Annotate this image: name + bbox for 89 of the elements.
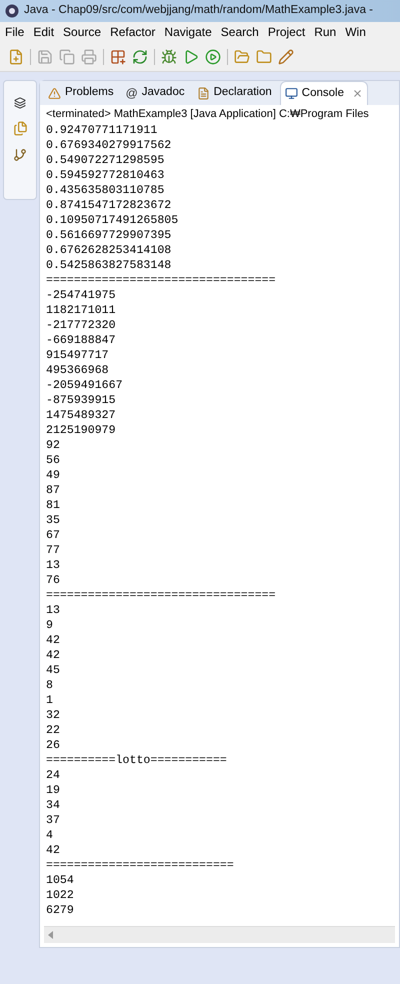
close-icon[interactable] — [352, 88, 363, 99]
console-line: 13 — [46, 558, 60, 573]
menu-item[interactable]: Win — [345, 23, 366, 41]
console-header: <terminated> MathExample3 [Java Application] C:₩Program Files — [45, 107, 370, 122]
console-line: 26 — [46, 738, 60, 753]
menu-item[interactable]: Edit — [33, 23, 54, 41]
console-line: 8 — [46, 678, 53, 693]
hierarchy-icon[interactable] — [13, 148, 27, 162]
tab[interactable]: Declaration — [192, 81, 276, 105]
console-line: 1054 — [46, 873, 74, 888]
console-line: 495366968 — [46, 363, 109, 378]
printer-icon[interactable] — [81, 48, 97, 64]
console-line: -217772320 — [46, 318, 116, 333]
tab[interactable]: Console — [280, 81, 368, 105]
console-line: 76 — [46, 573, 60, 588]
console-line: 0.92470771171911 — [46, 123, 158, 138]
menu-item[interactable]: Source — [63, 23, 102, 41]
monitor-icon — [284, 87, 298, 100]
console-line: 1182171011 — [46, 303, 116, 318]
at-icon: @ — [126, 84, 138, 102]
scroll-left-icon[interactable] — [48, 931, 54, 939]
console-line: -875939915 — [46, 393, 116, 408]
copy-icon[interactable] — [59, 48, 75, 64]
run-icon[interactable] — [205, 48, 221, 64]
console-line: ================================= — [46, 588, 276, 603]
console-line: 49 — [46, 468, 60, 483]
console-line: 0.435635803110785 — [46, 183, 164, 198]
console-line: =========================== — [46, 858, 234, 873]
open-folder-icon[interactable] — [234, 48, 250, 64]
console-line: 0.594592772810463 — [46, 168, 164, 183]
console-line: 1 — [46, 693, 53, 708]
console-line: 0.10950717491265805 — [46, 213, 178, 228]
warning-icon — [48, 86, 61, 100]
menu-item[interactable]: Search — [220, 23, 259, 41]
menu-item[interactable]: Refactor — [110, 23, 156, 41]
window-title: Java - Chap09/src/com/webjjang/math/random/MathExample3.java - — [24, 3, 373, 18]
play-icon[interactable] — [183, 48, 199, 64]
console-line: 35 — [46, 513, 60, 528]
console-line: 24 — [46, 768, 60, 783]
console-line: 56 — [46, 453, 60, 468]
console-line: 0.5616697729907395 — [46, 228, 172, 243]
console-line: 1022 — [46, 888, 74, 903]
console-line: 915497717 — [46, 348, 109, 363]
console-line: 42 — [46, 843, 60, 858]
console-line: ==========lotto=========== — [46, 753, 227, 768]
document-icon — [196, 86, 210, 100]
menu-item[interactable]: Run — [314, 23, 336, 41]
menu-item[interactable]: Project — [268, 23, 306, 41]
console-line: 22 — [46, 723, 60, 738]
console-line: 9 — [46, 618, 53, 633]
menu-item[interactable]: Navigate — [164, 23, 212, 41]
console-line: -2059491667 — [46, 378, 123, 393]
console-line: 32 — [46, 708, 60, 723]
tab[interactable]: Problems — [44, 81, 118, 105]
console-line: -669188847 — [46, 333, 116, 348]
tab[interactable]: @ Javadoc — [122, 81, 189, 105]
console-line: 0.5425863827583148 — [46, 258, 172, 273]
save-icon[interactable] — [37, 48, 53, 64]
console-line: 37 — [46, 813, 60, 828]
console-line: 2125190979 — [46, 423, 116, 438]
console-line: 67 — [46, 528, 60, 543]
console-line: 77 — [46, 543, 60, 558]
console-line: 34 — [46, 798, 60, 813]
console-line: 6279 — [46, 903, 74, 918]
pencil-icon[interactable] — [278, 48, 294, 64]
console-line: 87 — [46, 483, 60, 498]
grid-icon[interactable] — [110, 48, 126, 64]
console-line: 42 — [46, 648, 60, 663]
console-line: 4 — [46, 828, 53, 843]
console-line: -254741975 — [46, 288, 116, 303]
console-line: 0.6769340279917562 — [46, 138, 172, 153]
console-line: 0.549072271298595 — [46, 153, 164, 168]
new-file-icon[interactable] — [8, 48, 24, 64]
console-line: 0.8741547172823672 — [46, 198, 172, 213]
console-line: ================================= — [46, 273, 276, 288]
console-line: 81 — [46, 498, 60, 513]
files-icon[interactable] — [12, 121, 28, 136]
bug-icon[interactable] — [161, 48, 177, 64]
folder-icon[interactable] — [256, 48, 272, 64]
console-line: 92 — [46, 438, 60, 453]
console-line: 13 — [46, 603, 60, 618]
console-line: 45 — [46, 663, 60, 678]
refresh-icon[interactable] — [132, 48, 148, 64]
menu-item[interactable]: File — [5, 23, 24, 41]
console-line: 42 — [46, 633, 60, 648]
console-line: 1475489327 — [46, 408, 116, 423]
console-line: 0.6762628253414108 — [46, 243, 172, 258]
horizontal-scrollbar[interactable] — [44, 926, 395, 943]
console-line: 19 — [46, 783, 60, 798]
